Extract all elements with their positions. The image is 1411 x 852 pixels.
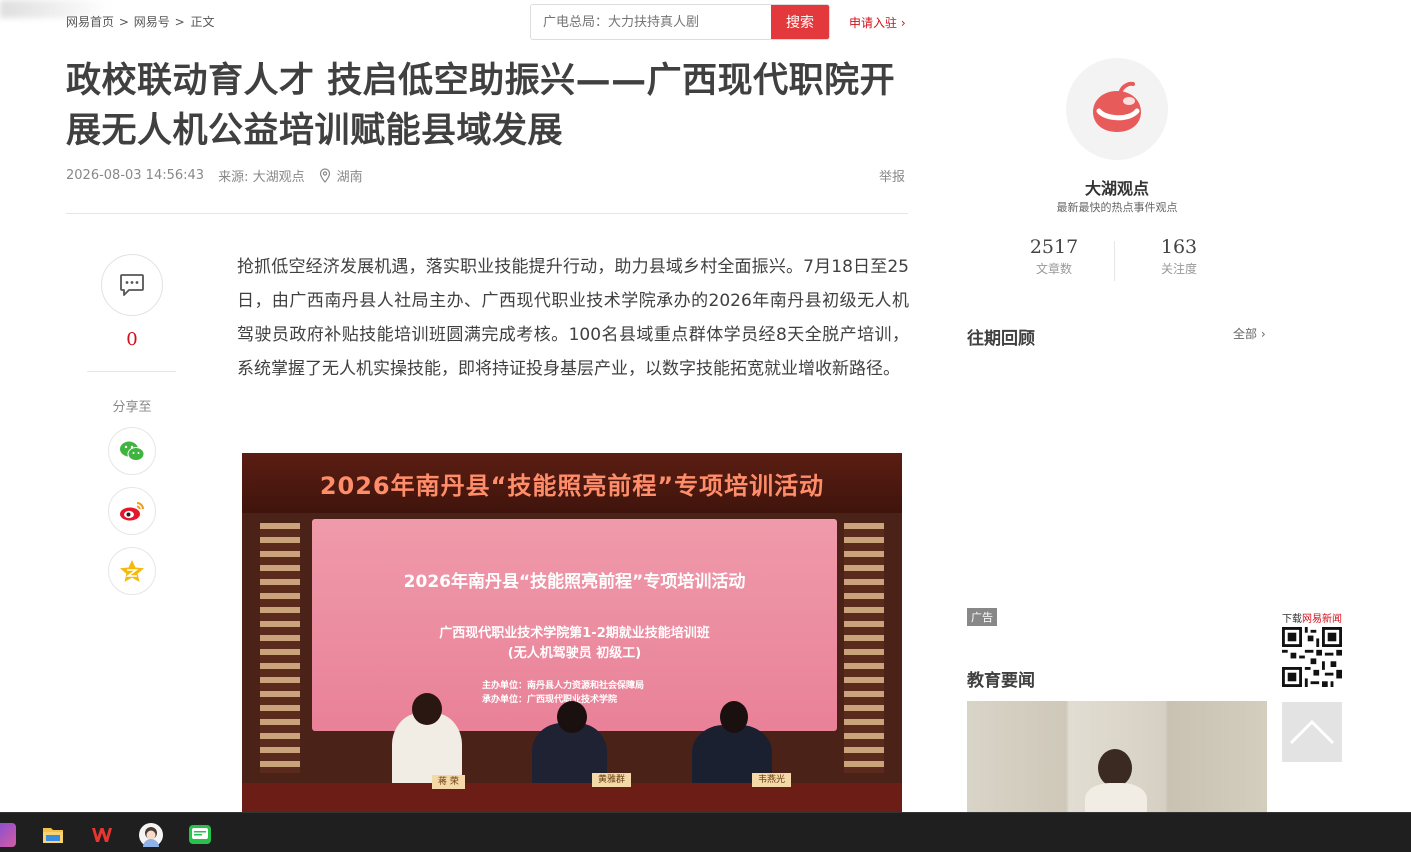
chevron-right-icon: › [1260,327,1266,341]
past-review-all-label: 全部 [1233,327,1258,341]
chevron-right-icon: › [900,16,906,30]
apply-join-link[interactable]: 申请入驻 › [849,14,906,31]
author-description: 最新最快的热点事件观点 [1056,201,1178,214]
photo-person-head [412,693,442,725]
stat-articles-label: 文章数 [1035,262,1072,276]
photo-person-head [720,701,748,733]
screen-subtitle-line2: (无人机驾驶员 初级工) [507,646,642,661]
photo-wall-pattern [260,523,300,773]
photo-banner-text: 2026年南丹县“技能照亮前程”专项培训活动 [242,453,902,513]
article-title: 政校联动育人才 技启低空助振兴——广西现代职院开展无人机公益培训赋能县域发展 [66,61,896,151]
article-meta: 2026-08-03 14:56:43 来源: 大湖观点 湖南 [66,166,363,185]
stat-followers-label: 关注度 [1160,262,1197,276]
wechat-icon [120,441,145,461]
screen-subtitle: 广西现代职业技术学院第1-2期就业技能培训班 (无人机驾驶员 初级工) [312,624,837,664]
stat-followers: 163 关注度 [1129,236,1229,277]
qzone-star-icon [120,560,144,582]
location-pin-icon [319,168,330,183]
screen-host: 主办单位：南丹县人力资源和社会保障局 [482,681,645,691]
dahu-logo-icon [1093,81,1141,132]
screen-title: 2026年南丹县“技能照亮前程”专项培训活动 [403,572,746,592]
photo-nameplate: 黄雅群 [592,773,632,787]
breadcrumb-current: 正文 [190,15,215,29]
education-news-title: 教育要闻 [967,671,1035,691]
share-label: 分享至 [112,400,152,415]
breadcrumb-home-link[interactable]: 网易首页 [66,15,114,29]
article-lead-paragraph: 抢抓低空经济发展机遇，落实职业技能提升行动，助力县域乡村全面振兴。7月18日至2… [237,257,909,379]
breadcrumb-separator: > [174,15,185,29]
back-to-top-button[interactable] [1282,702,1342,762]
breadcrumb: 网易首页 > 网易号 > 正文 [66,13,215,30]
stat-followers-value: 163 [1160,236,1198,258]
app-icon[interactable] [0,823,16,847]
share-qzone-button[interactable] [108,547,156,595]
divider [66,213,908,214]
article-location: 湖南 [336,170,363,185]
past-review-all-link[interactable]: 全部 › [1233,325,1266,342]
search-input[interactable] [531,5,771,39]
divider [87,371,176,372]
divider [1114,241,1115,281]
author-avatar[interactable] [1066,58,1168,160]
comment-icon [120,274,144,296]
stat-articles: 2517 文章数 [1004,236,1104,277]
photo-projection-screen: 2026年南丹县“技能照亮前程”专项培训活动 广西现代职业技术学院第1-2期就业… [312,519,837,731]
search-button[interactable]: 搜索 [771,5,829,39]
photo-wall-pattern [844,523,884,773]
thumbnail-person-head [1098,749,1132,787]
breadcrumb-separator: > [118,15,129,29]
download-app-label: 下载网易新闻 [1282,610,1342,625]
education-news-thumbnail[interactable] [967,701,1267,812]
wps-office-icon[interactable] [90,823,114,847]
article-datetime: 2026-08-03 14:56:43 [66,168,205,183]
search-bar: 搜索 [530,4,830,40]
ad-badge: 广告 [967,608,997,626]
weibo-icon [120,502,144,521]
comment-count[interactable]: 0 [101,329,163,350]
photo-table [242,783,902,812]
article-source: 来源: 大湖观点 [218,170,305,185]
report-link[interactable]: 举报 [879,166,905,185]
photo-nameplate: 韦燕光 [752,773,792,787]
author-name[interactable]: 大湖观点 [1017,175,1217,199]
photo-nameplate: 蒋 荣 [432,775,465,789]
comment-button[interactable] [101,254,163,316]
stat-articles-value: 2517 [1029,236,1079,258]
article-photo: 2026年南丹县“技能照亮前程”专项培训活动 2026年南丹县“技能照亮前程”专… [242,453,902,812]
avatar-app-icon[interactable] [139,823,163,847]
photo-person-head [557,701,587,733]
chat-app-icon[interactable] [188,823,212,847]
file-explorer-icon[interactable] [41,823,65,847]
download-prefix: 下载 [1282,614,1302,625]
past-review-title: 往期回顾 [967,329,1035,349]
os-taskbar [0,812,1411,852]
breadcrumb-neteasehao-link[interactable]: 网易号 [134,15,170,29]
qr-code-icon[interactable] [1282,627,1342,687]
screen-subtitle-line1: 广西现代职业技术学院第1-2期就业技能培训班 [439,626,710,641]
share-wechat-button[interactable] [108,427,156,475]
download-app-name: 网易新闻 [1302,614,1342,625]
location: 湖南 [319,166,363,185]
chevron-up-icon [1289,719,1335,745]
share-weibo-button[interactable] [108,487,156,535]
thumbnail-person-body [1085,783,1147,812]
apply-join-label: 申请入驻 [849,16,898,30]
